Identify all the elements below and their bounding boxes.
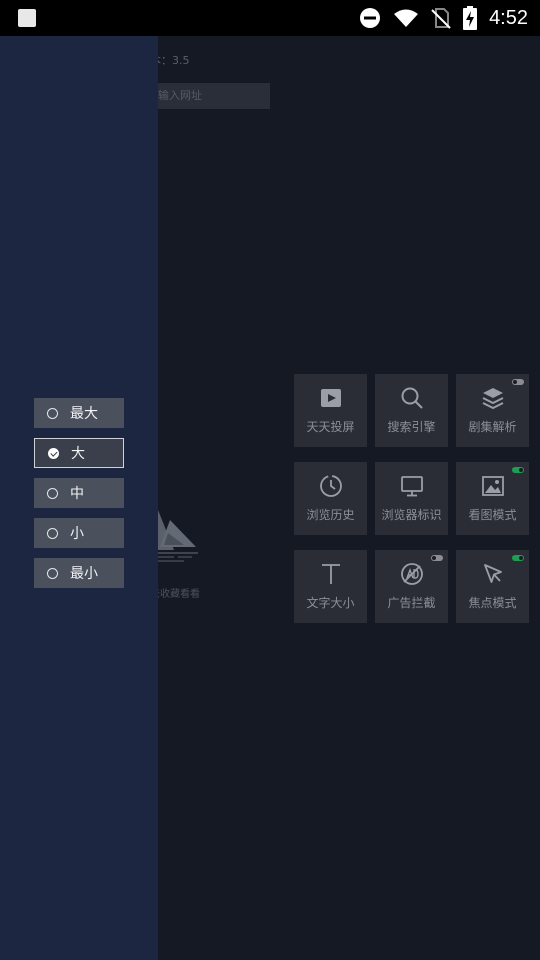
text-size-icon <box>321 564 340 584</box>
font-size-option-largest[interactable]: 最大 <box>34 398 124 428</box>
notification-square-icon <box>18 9 36 27</box>
cast-play-icon <box>320 389 341 407</box>
toggle-indicator-off[interactable] <box>431 555 443 561</box>
search-icon <box>401 387 423 409</box>
tile-user-agent[interactable]: 浏览器标识 <box>375 462 448 535</box>
font-size-option-small[interactable]: 小 <box>34 518 124 548</box>
tile-search-engine[interactable]: 搜索引擎 <box>375 374 448 447</box>
clock-icon <box>319 475 342 497</box>
tile-label: 天天投屏 <box>306 420 355 434</box>
dnd-icon <box>360 8 381 28</box>
toggle-indicator-on[interactable] <box>512 467 524 473</box>
quick-settings-grid: 天天投屏 搜索引擎 剧集解析 浏览历史 浏览器标识 看图模式 文字大小 广告拦截… <box>294 374 529 623</box>
tile-label: 文字大小 <box>306 596 355 610</box>
radio-unchecked-icon <box>47 407 58 419</box>
status-time: 4:52 <box>489 6 528 29</box>
tile-label: 剧集解析 <box>468 420 517 434</box>
ad-block-icon <box>400 563 423 585</box>
image-icon <box>481 476 504 496</box>
tile-history[interactable]: 浏览历史 <box>294 462 367 535</box>
option-label: 最小 <box>70 566 98 582</box>
url-input[interactable]: 输入网址 <box>150 83 270 109</box>
option-label: 最大 <box>70 406 98 422</box>
no-sim-icon <box>431 8 451 29</box>
wifi-icon <box>394 9 419 27</box>
status-bar: 4:52 <box>0 0 540 36</box>
radio-unchecked-icon <box>47 527 58 539</box>
font-size-option-large[interactable]: 大 <box>34 438 124 468</box>
tile-ad-block[interactable]: 广告拦截 <box>375 550 448 623</box>
battery-charging-icon <box>463 6 478 30</box>
radio-unchecked-icon <box>47 487 58 499</box>
tile-text-size[interactable]: 文字大小 <box>294 550 367 623</box>
option-label: 小 <box>70 526 84 542</box>
tile-cast[interactable]: 天天投屏 <box>294 374 367 447</box>
radio-checked-icon <box>48 447 59 459</box>
option-label: 大 <box>71 446 85 462</box>
tile-label: 焦点模式 <box>468 596 517 610</box>
cursor-icon <box>483 564 502 583</box>
option-label: 中 <box>70 486 84 502</box>
tile-label: 看图模式 <box>468 508 517 522</box>
tile-label: 搜索引擎 <box>387 420 436 434</box>
tile-label: 浏览器标识 <box>381 508 442 522</box>
font-size-option-smallest[interactable]: 最小 <box>34 558 124 588</box>
font-size-option-medium[interactable]: 中 <box>34 478 124 508</box>
tile-label: 浏览历史 <box>306 508 355 522</box>
toggle-indicator-off[interactable] <box>512 379 524 385</box>
layers-icon <box>482 388 503 410</box>
monitor-icon <box>400 476 423 497</box>
tile-label: 广告拦截 <box>387 596 436 610</box>
tile-image-mode[interactable]: 看图模式 <box>456 462 529 535</box>
radio-unchecked-icon <box>47 567 58 579</box>
tile-episode-parse[interactable]: 剧集解析 <box>456 374 529 447</box>
toggle-indicator-on[interactable] <box>512 555 524 561</box>
tile-focus-mode[interactable]: 焦点模式 <box>456 550 529 623</box>
